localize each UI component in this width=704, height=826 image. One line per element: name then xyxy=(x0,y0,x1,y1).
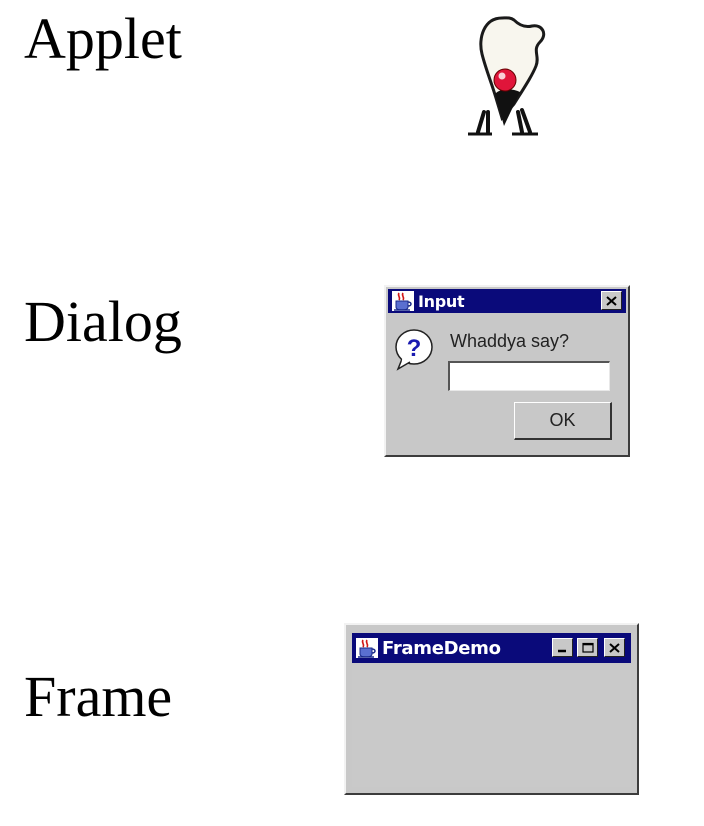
close-icon xyxy=(606,295,617,306)
frame-caption: Frame xyxy=(24,664,173,729)
dialog-caption: Dialog xyxy=(24,289,182,354)
frame-demo-window: FrameDemo xyxy=(344,623,639,795)
minimize-icon xyxy=(558,649,566,652)
frame-title: FrameDemo xyxy=(382,637,501,659)
answer-input[interactable] xyxy=(448,361,610,391)
maximize-button[interactable] xyxy=(577,638,598,657)
svg-text:?: ? xyxy=(407,335,422,362)
duke-icon xyxy=(468,16,546,136)
dialog-title: Input xyxy=(418,291,465,311)
ok-button[interactable]: OK xyxy=(514,402,612,440)
frame-content-area xyxy=(352,665,631,787)
java-cup-icon xyxy=(392,291,414,311)
maximize-icon xyxy=(581,642,594,653)
dialog-prompt: Whaddya say? xyxy=(450,331,570,351)
close-button[interactable] xyxy=(601,291,622,310)
close-button[interactable] xyxy=(604,638,625,657)
question-icon: ? xyxy=(395,329,433,371)
close-icon xyxy=(609,642,620,653)
input-dialog: Input ? Whaddya say? OK xyxy=(384,285,630,457)
applet-caption: Applet xyxy=(24,6,182,71)
java-cup-icon xyxy=(356,638,378,658)
dialog-titlebar[interactable]: Input xyxy=(388,289,626,313)
frame-titlebar[interactable]: FrameDemo xyxy=(352,633,631,663)
minimize-button[interactable] xyxy=(552,638,573,657)
